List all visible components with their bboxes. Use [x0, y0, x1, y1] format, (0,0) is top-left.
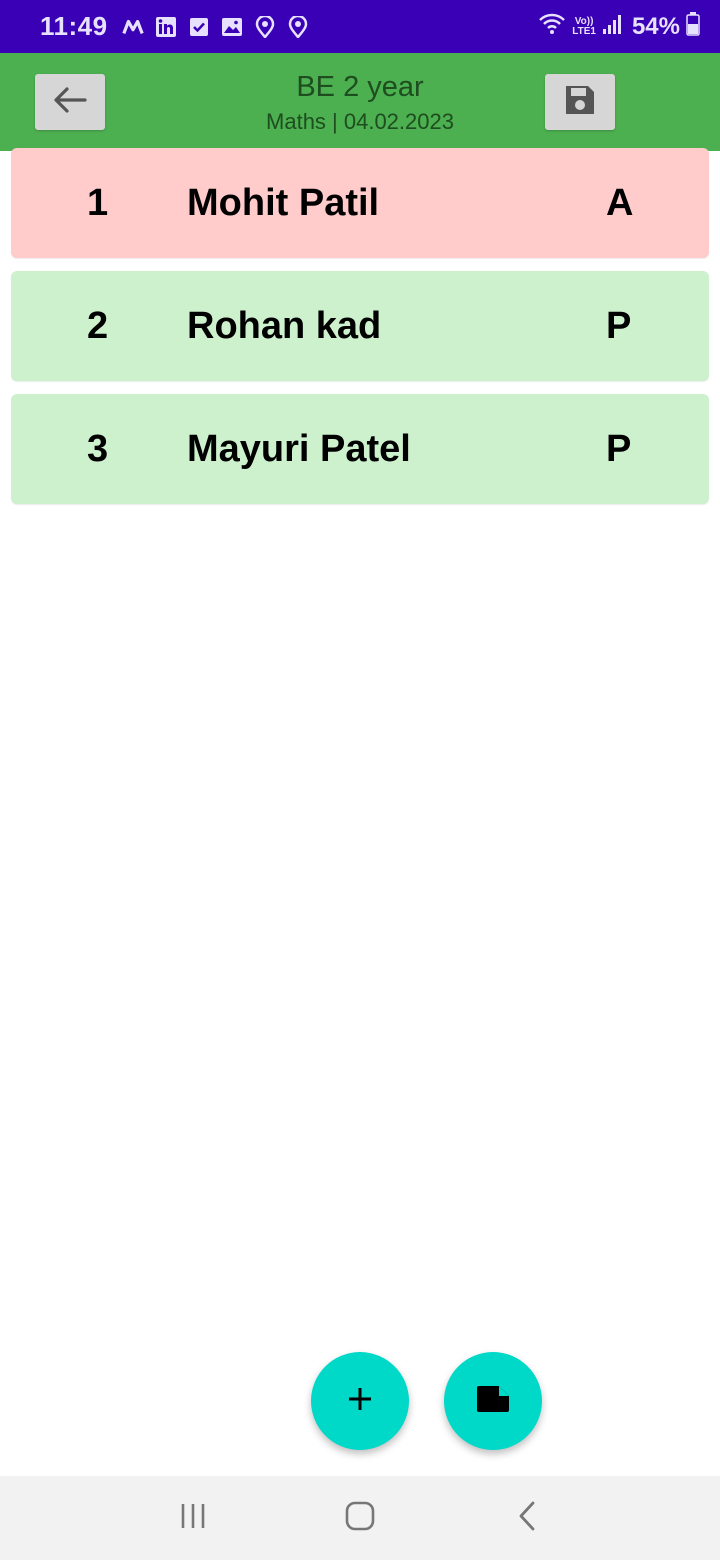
arrow-left-icon	[52, 86, 88, 119]
home-button[interactable]	[335, 1493, 385, 1543]
note-button[interactable]	[444, 1352, 542, 1450]
student-name: Mohit Patil	[187, 181, 380, 224]
checkbox-icon	[188, 16, 210, 38]
attendance-status: P	[606, 427, 632, 470]
wifi-icon	[538, 13, 566, 40]
title-block: BE 2 year Maths | 04.02.2023	[180, 69, 540, 137]
roll-number: 1	[87, 181, 109, 224]
roll-number: 3	[87, 427, 109, 470]
add-button[interactable]	[311, 1352, 409, 1450]
signal-icon	[602, 13, 622, 40]
attendance-list: 1 Mohit Patil A 2 Rohan kad P 3 Mayuri P…	[11, 148, 709, 517]
status-bar: 11:49 Vo)) LTE1 54%	[0, 0, 720, 53]
recents-button[interactable]	[168, 1493, 218, 1543]
linkedin-icon	[155, 16, 177, 38]
list-item[interactable]: 3 Mayuri Patel P	[11, 394, 709, 504]
page-subtitle: Maths | 04.02.2023	[266, 109, 454, 134]
navigation-bar	[0, 1476, 720, 1560]
app-bar: BE 2 year Maths | 04.02.2023	[0, 53, 720, 151]
notification-icons	[121, 15, 309, 38]
battery-percent: 54%	[631, 12, 680, 40]
home-icon	[344, 1500, 376, 1537]
location-icon	[287, 15, 309, 38]
plus-icon	[345, 1384, 375, 1419]
list-item[interactable]: 1 Mohit Patil A	[11, 148, 709, 258]
gallery-icon	[221, 16, 243, 38]
student-name: Rohan kad	[187, 304, 382, 347]
volte-bottom-label: LTE1	[572, 25, 596, 37]
status-time: 11:49	[40, 11, 108, 41]
system-icons: Vo)) LTE1 54%	[538, 12, 700, 41]
save-button[interactable]	[545, 74, 615, 130]
page-title: BE 2 year	[296, 71, 424, 103]
attendance-status: P	[606, 304, 632, 347]
floppy-disk-icon	[563, 83, 597, 122]
myntra-icon	[121, 16, 144, 38]
nav-back-button[interactable]	[502, 1493, 552, 1543]
volte-icon: Vo)) LTE1	[572, 16, 596, 37]
roll-number: 2	[87, 304, 109, 347]
battery-icon	[686, 12, 700, 41]
back-chevron-icon	[516, 1500, 538, 1537]
note-icon	[475, 1384, 511, 1419]
list-item[interactable]: 2 Rohan kad P	[11, 271, 709, 381]
attendance-status: A	[606, 181, 634, 224]
location-icon	[254, 15, 276, 38]
back-button[interactable]	[35, 74, 105, 130]
student-name: Mayuri Patel	[187, 427, 411, 470]
recents-icon	[179, 1502, 207, 1535]
